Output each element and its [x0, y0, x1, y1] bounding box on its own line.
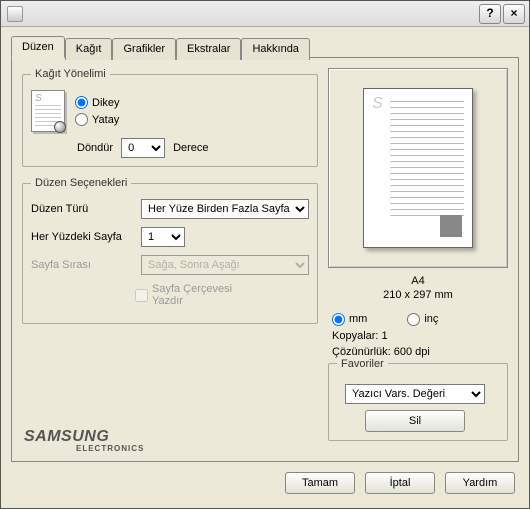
- printer-icon: [7, 6, 23, 22]
- page-border-checkbox: Sayfa Çerçevesi Yazdır: [135, 283, 239, 307]
- help-label: Yardım: [463, 477, 498, 489]
- page-order-label: Sayfa Sırası: [31, 259, 135, 271]
- titlebar: ? ×: [1, 1, 529, 27]
- help-button[interactable]: ?: [479, 4, 501, 24]
- portrait-label: Dikey: [92, 97, 120, 109]
- page-border-label: Sayfa Çerçevesi Yazdır: [152, 283, 239, 307]
- unit-mm-input[interactable]: [332, 313, 345, 326]
- copies-info: Kopyalar: 1: [328, 330, 508, 342]
- unit-mm-radio[interactable]: mm: [332, 313, 367, 326]
- preview-size-name: A4: [328, 274, 508, 288]
- unit-inch-label: inç: [424, 313, 438, 325]
- favorites-delete-label: Sil: [409, 415, 421, 427]
- tab-paper-label: Kağıt: [76, 43, 102, 55]
- layout-type-select[interactable]: Her Yüze Birden Fazla Sayfa: [141, 199, 309, 219]
- landscape-radio-input[interactable]: [75, 113, 88, 126]
- print-preferences-dialog: ? × Düzen Kağıt Grafikler Ekstralar Hakk…: [0, 0, 530, 509]
- tab-layout[interactable]: Düzen: [11, 36, 65, 58]
- tab-paper[interactable]: Kağıt: [65, 38, 113, 60]
- favorites-group: Favoriler Yazıcı Vars. Değeri Sil: [328, 358, 508, 441]
- close-button[interactable]: ×: [503, 4, 525, 24]
- tab-graphics[interactable]: Grafikler: [112, 38, 176, 60]
- preview-size-dim: 210 x 297 mm: [328, 288, 508, 302]
- unit-inch-radio[interactable]: inç: [407, 313, 438, 326]
- ok-label: Tamam: [302, 477, 338, 489]
- resolution-info: Çözünürlük: 600 dpi: [328, 346, 508, 358]
- rotate-label: Döndür: [77, 142, 113, 154]
- pps-label: Her Yüzdeki Sayfa: [31, 231, 135, 243]
- rotate-unit: Derece: [173, 142, 208, 154]
- tabstrip: Düzen Kağıt Grafikler Ekstralar Hakkında: [11, 36, 519, 58]
- tab-about-label: Hakkında: [252, 43, 298, 55]
- brand-sub: ELECTRONICS: [76, 445, 144, 453]
- preview-page-icon: [363, 88, 473, 248]
- tab-graphics-label: Grafikler: [123, 43, 165, 55]
- tab-extras-label: Ekstralar: [187, 43, 230, 55]
- orientation-group: Kağıt Yönelimi Dikey: [22, 68, 318, 167]
- tab-panel: Kağıt Yönelimi Dikey: [11, 57, 519, 462]
- brand-name: SAMSUNG: [24, 428, 109, 445]
- landscape-radio[interactable]: Yatay: [75, 113, 120, 126]
- tab-about[interactable]: Hakkında: [241, 38, 309, 60]
- cancel-button[interactable]: İptal: [365, 472, 435, 494]
- orientation-legend: Kağıt Yönelimi: [31, 68, 110, 80]
- landscape-label: Yatay: [92, 114, 119, 126]
- favorites-delete-button[interactable]: Sil: [365, 410, 465, 432]
- layout-options-legend: Düzen Seçenekleri: [31, 177, 131, 189]
- layout-type-label: Düzen Türü: [31, 203, 135, 215]
- pps-select[interactable]: 1: [141, 227, 185, 247]
- page-preview: [328, 68, 508, 268]
- cancel-label: İptal: [390, 477, 411, 489]
- page-border-checkbox-input: [135, 289, 148, 302]
- tab-layout-label: Düzen: [22, 41, 54, 53]
- unit-mm-label: mm: [349, 313, 367, 325]
- page-order-select: Sağa, Sonra Aşağı: [141, 255, 309, 275]
- ok-button[interactable]: Tamam: [285, 472, 355, 494]
- favorites-legend: Favoriler: [337, 358, 388, 370]
- help-button-bottom[interactable]: Yardım: [445, 472, 515, 494]
- brand-logo: SAMSUNG ELECTRONICS: [24, 429, 144, 453]
- dialog-buttons: Tamam İptal Yardım: [11, 462, 519, 498]
- portrait-radio-input[interactable]: [75, 96, 88, 109]
- favorites-select[interactable]: Yazıcı Vars. Değeri: [345, 384, 485, 404]
- rotate-select[interactable]: 0: [121, 138, 165, 158]
- unit-inch-input[interactable]: [407, 313, 420, 326]
- tab-extras[interactable]: Ekstralar: [176, 38, 241, 60]
- orientation-thumb-icon: [31, 90, 65, 132]
- layout-options-group: Düzen Seçenekleri Düzen Türü Her Yüze Bi…: [22, 177, 318, 324]
- portrait-radio[interactable]: Dikey: [75, 96, 120, 109]
